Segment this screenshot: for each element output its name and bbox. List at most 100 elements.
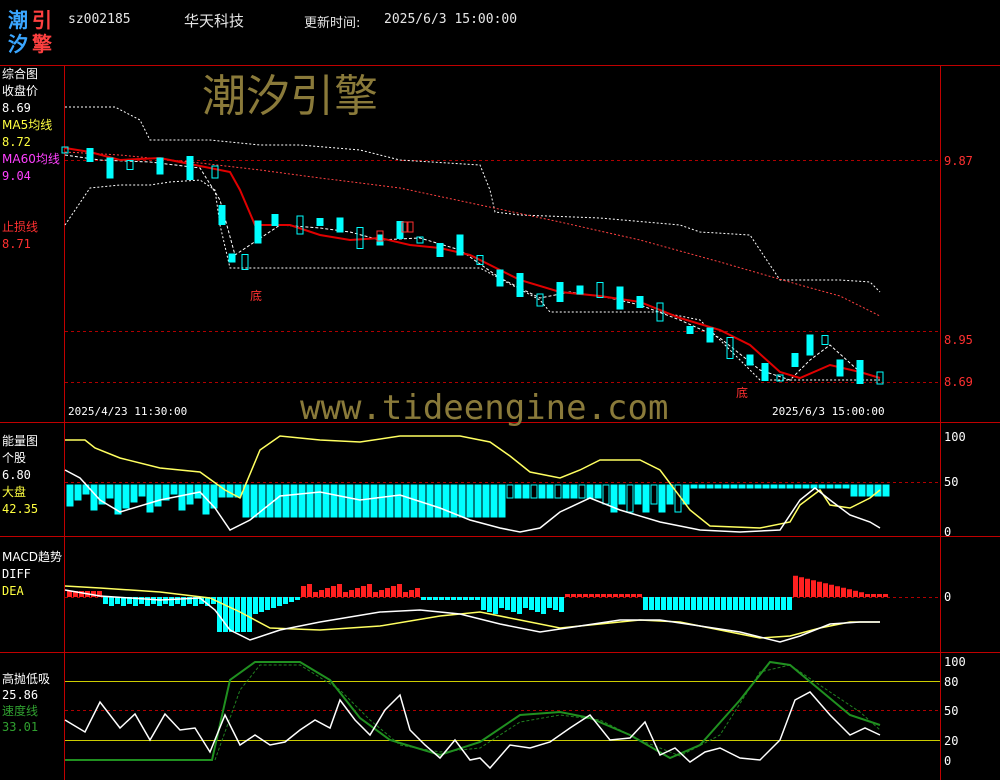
macd-bar [655,597,660,610]
macd-bar [853,590,858,597]
energy-bar [538,484,546,499]
energy-bar [642,484,650,513]
watermark-brand: 潮汐引擎 [202,71,378,122]
energy-bar [274,484,282,518]
macd-bar [553,597,558,610]
macd-bar [391,586,396,597]
p4-axis-100: 100 [944,655,966,669]
energy-bar [714,484,722,489]
energy-bar [130,484,138,503]
bottom-marker-2: 底 [736,385,748,400]
energy-bar [746,484,754,489]
macd-bar [547,597,552,608]
energy-bar [458,484,466,518]
candle [186,156,194,180]
macd-bar [745,597,750,610]
diff-label: DIFF [2,567,31,581]
macd-bar [277,597,282,606]
macd-bar [289,597,294,602]
energy-bar [106,484,114,499]
candle [706,327,714,343]
speed-value: 33.01 [2,720,39,734]
energy-bar [690,484,698,489]
candle [271,214,279,226]
macd-bar [715,597,720,610]
energy-bar [498,484,506,518]
macd-bar [589,594,594,597]
macd-bar [877,594,882,597]
energy-bar [794,484,802,489]
energy-bar [482,484,490,518]
energy-bar [138,484,146,497]
macd-bar [421,597,426,600]
market-energy-value: 42.35 [2,502,39,516]
energy-bar [490,484,498,518]
macd-bar [751,597,756,610]
p4-axis-0: 0 [944,754,952,768]
macd-bar [505,597,510,610]
p4-axis-20: 20 [944,734,959,748]
candle [456,234,464,256]
macd-bar [799,577,804,597]
energy-bar [802,484,810,489]
candle [856,360,864,384]
macd-bar [511,597,516,612]
ma60-value: 9.04 [2,169,31,183]
energy-bar [834,484,842,489]
macd-bar [757,597,762,610]
macd-bar [499,597,504,608]
macd-bar [541,597,546,614]
energy-bar [402,484,410,518]
macd-bar [475,597,480,600]
energy-bar [282,484,290,518]
p2-axis-50: 50 [944,475,959,489]
energy-bar [330,484,338,518]
candle [436,243,444,257]
macd-bar [439,597,444,600]
energy-bar [634,484,642,505]
macd-bar [445,597,450,600]
energy-bar [522,484,530,499]
macd-bar [817,581,822,597]
trade-signal-line [64,691,881,770]
energy-bar [570,484,578,499]
energy-bar [530,484,538,499]
macd-bar [451,597,456,600]
ma5-label: MA5均线 [2,118,53,132]
macd-bar [787,597,792,610]
macd-bar [805,578,810,597]
candle [356,227,364,249]
macd-bar [307,584,312,597]
macd-bar [259,597,264,612]
energy-bar [554,484,562,499]
axis-label-869: 8.69 [944,375,973,389]
candle [376,234,384,246]
candle [616,286,624,310]
stop-label: 止损线 [2,220,39,234]
candle [241,254,249,270]
candle [761,363,769,381]
macd-bar [409,590,414,597]
ma60-label: MA60均线 [2,152,60,166]
energy-bar [818,484,826,489]
macd-bar [109,597,114,606]
candle [496,269,504,287]
p4-axis-80: 80 [944,675,959,689]
macd-bar [247,597,252,632]
energy-bar [466,484,474,518]
energy-bar [578,484,586,499]
macd-bar [607,594,612,597]
macd-bar [685,597,690,610]
lower-band-line [64,179,880,381]
energy-bar [170,484,178,495]
energy-bar [754,484,762,489]
energy-bar [66,484,74,507]
energy-bar [546,484,554,499]
macd-bar [493,597,498,614]
market-energy-label: 大盘 [2,485,27,499]
candle [156,157,164,175]
energy-bar [426,484,434,518]
macd-bar [343,592,348,597]
ma5-line [64,154,881,381]
candle [636,296,644,308]
